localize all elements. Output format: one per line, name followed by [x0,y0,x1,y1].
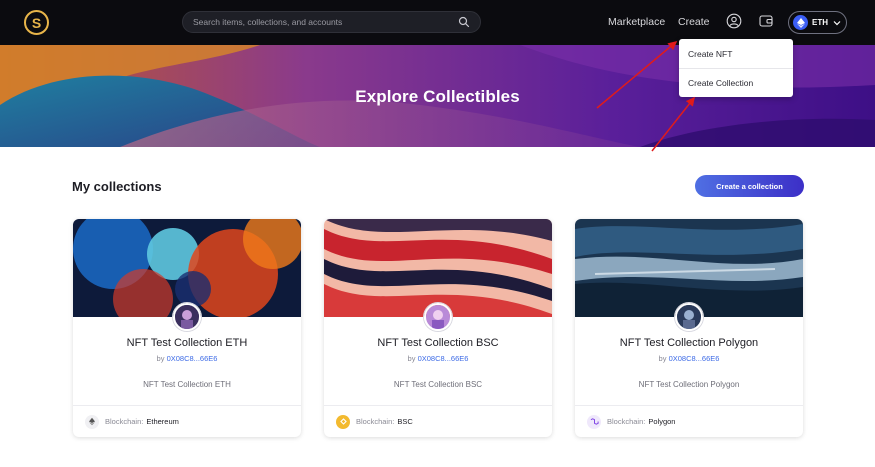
avatar [173,303,201,331]
logo-letter: S [31,14,42,31]
avatar [424,303,452,331]
search-bar [182,11,481,33]
owner-address-link[interactable]: 0X08C8...66E6 [669,354,720,363]
collection-owner: by 0X08C8...66E6 [73,354,301,363]
polygon-icon [587,414,601,429]
page: S Marketplace Create ETH [0,0,875,467]
collection-footer: Blockchain: Polygon [575,405,803,437]
collection-description: NFT Test Collection BSC [393,380,483,389]
wallet-icon[interactable] [758,13,774,29]
site-logo[interactable]: S [24,10,49,35]
chevron-down-icon [833,20,841,25]
search-icon[interactable] [458,16,470,28]
chain-selector[interactable]: ETH [788,11,847,34]
blockchain-label: Blockchain: [356,417,395,426]
owner-prefix: by [407,354,416,363]
collection-description: NFT Test Collection Polygon [638,380,740,389]
ethereum-icon [793,15,808,30]
blockchain-value: BSC [397,417,413,426]
collection-footer: Blockchain: BSC [324,405,552,437]
blockchain-label: Blockchain: [105,417,144,426]
menu-item-create-collection[interactable]: Create Collection [679,68,793,97]
collection-card-eth[interactable]: NFT Test Collection ETH by 0X08C8...66E6… [73,219,301,437]
owner-address-link[interactable]: 0X08C8...66E6 [167,354,218,363]
bsc-icon [336,414,350,429]
user-icon[interactable] [726,13,742,29]
collection-owner: by 0X08C8...66E6 [324,354,552,363]
collection-card-bsc[interactable]: NFT Test Collection BSC by 0X08C8...66E6… [324,219,552,437]
blockchain-value: Polygon [648,417,676,426]
nav-marketplace[interactable]: Marketplace [608,16,665,28]
menu-item-create-nft[interactable]: Create NFT [679,39,793,68]
avatar [675,303,703,331]
owner-address-link[interactable]: 0X08C8...66E6 [418,354,469,363]
create-collection-button[interactable]: Create a collection [695,175,804,197]
chain-selector-label: ETH [812,18,828,27]
section-title: My collections [72,179,162,194]
blockchain-label: Blockchain: [607,417,646,426]
blockchain-value: Ethereum [146,417,179,426]
collection-footer: Blockchain: Ethereum [73,405,301,437]
search-input[interactable] [193,17,458,27]
ethereum-icon [85,414,99,429]
owner-prefix: by [658,354,667,363]
collection-description: NFT Test Collection ETH [143,380,231,389]
nav-create[interactable]: Create [678,16,710,28]
collection-name: NFT Test Collection BSC [377,337,499,349]
collection-owner: by 0X08C8...66E6 [575,354,803,363]
create-dropdown-menu: Create NFT Create Collection [679,39,793,97]
collection-card-polygon[interactable]: NFT Test Collection Polygon by 0X08C8...… [575,219,803,437]
collection-name: NFT Test Collection ETH [126,337,248,349]
collection-name: NFT Test Collection Polygon [619,337,759,349]
owner-prefix: by [156,354,165,363]
